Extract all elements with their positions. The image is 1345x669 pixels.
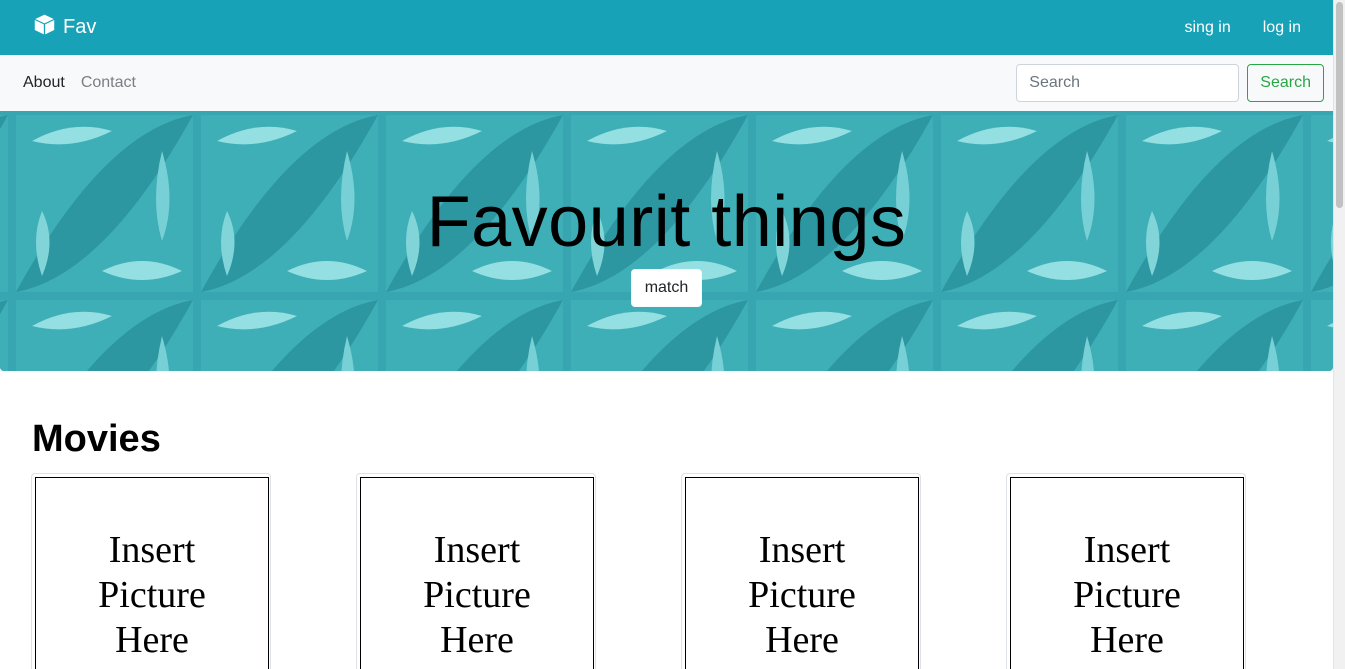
brand-name: Fav (63, 16, 97, 38)
movie-card[interactable]: Insert Picture Here (1006, 473, 1246, 669)
movie-card[interactable]: Insert Picture Here (31, 473, 271, 669)
placeholder-line: Picture (423, 574, 531, 616)
picture-placeholder: Insert Picture Here (685, 477, 919, 669)
nav-link-contact[interactable]: Contact (81, 74, 136, 92)
search-form: Search (1016, 64, 1324, 102)
search-input[interactable] (1016, 64, 1240, 102)
picture-placeholder: Insert Picture Here (35, 477, 269, 669)
placeholder-line: Here (765, 619, 839, 661)
picture-placeholder: Insert Picture Here (1010, 477, 1244, 669)
placeholder-line: Insert (758, 529, 846, 571)
search-button[interactable]: Search (1247, 64, 1324, 102)
placeholder-line: Picture (748, 574, 856, 616)
movie-cards: Insert Picture Here Insert Picture Here … (31, 473, 1331, 669)
hero-jumbotron: Favourit things match (0, 111, 1333, 371)
movie-card[interactable]: Insert Picture Here (356, 473, 596, 669)
sign-in-link[interactable]: sing in (1185, 19, 1231, 37)
brand-link[interactable]: Fav (34, 14, 96, 41)
match-button[interactable]: match (631, 269, 702, 307)
placeholder-line: Here (115, 619, 189, 661)
movies-heading: Movies (32, 418, 161, 460)
top-navbar: Fav sing in log in (0, 0, 1333, 55)
hero-title: Favourit things (426, 182, 907, 262)
box-icon (34, 14, 55, 41)
placeholder-line: Picture (98, 574, 206, 616)
log-in-link[interactable]: log in (1263, 19, 1301, 37)
movie-card[interactable]: Insert Picture Here (681, 473, 921, 669)
placeholder-line: Picture (1073, 574, 1181, 616)
placeholder-line: Insert (1083, 529, 1171, 571)
placeholder-line: Insert (433, 529, 521, 571)
secondary-navbar: About Contact Search (0, 55, 1333, 111)
placeholder-line: Insert (108, 529, 196, 571)
picture-placeholder: Insert Picture Here (360, 477, 594, 669)
scrollbar-thumb[interactable] (1336, 2, 1343, 208)
nav-link-about[interactable]: About (23, 74, 65, 92)
placeholder-line: Here (440, 619, 514, 661)
placeholder-line: Here (1090, 619, 1164, 661)
page-scrollbar[interactable] (1333, 0, 1345, 669)
